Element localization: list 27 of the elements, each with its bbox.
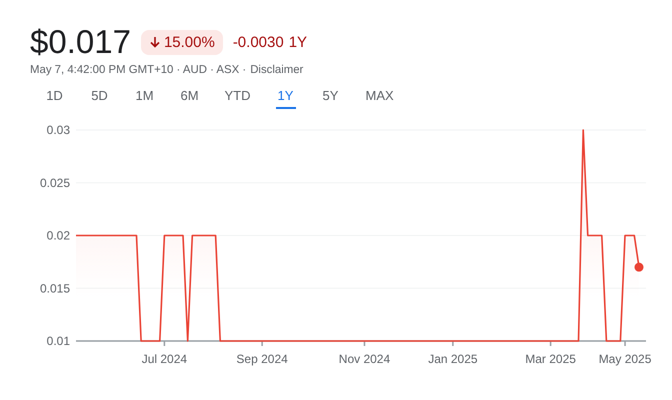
axis-label: Jan 2025	[428, 352, 478, 366]
range-tab[interactable]: 1D	[44, 84, 64, 109]
axis-label: 0.025	[40, 176, 70, 190]
range-tab[interactable]: MAX	[366, 84, 394, 109]
stock-price: $0.017	[30, 22, 131, 62]
period-label: 1Y	[288, 34, 308, 50]
axis-label: 0.02	[46, 228, 70, 242]
current-price-dot	[634, 262, 644, 272]
range-tab[interactable]: 5D	[90, 84, 110, 109]
range-tab[interactable]: 1M	[134, 84, 154, 109]
range-tab[interactable]: 6M	[180, 84, 200, 109]
axis-label: 0.01	[46, 334, 70, 348]
axis-label: May 2025	[598, 352, 652, 366]
quote-timestamp: May 7, 4:42:00 PM GMT+10 · AUD · ASX ·	[30, 64, 246, 76]
axis-label: 0.03	[46, 123, 70, 137]
axis-label: Mar 2025	[525, 352, 576, 366]
range-tab[interactable]: 1Y	[276, 84, 296, 109]
disclaimer-link[interactable]: Disclaimer	[250, 64, 304, 76]
axis-label: Nov 2024	[338, 352, 390, 366]
axis-label: Jul 2024	[142, 352, 188, 366]
change-badge: 15.00%	[140, 30, 223, 54]
arrow-down-icon	[148, 36, 161, 48]
price-change: -0.0030	[232, 34, 284, 50]
axis-label: 0.015	[40, 281, 70, 296]
range-tab[interactable]: 5Y	[320, 84, 340, 109]
axis-label: Sep 2024	[236, 352, 288, 366]
range-tab[interactable]: YTD	[224, 84, 250, 109]
